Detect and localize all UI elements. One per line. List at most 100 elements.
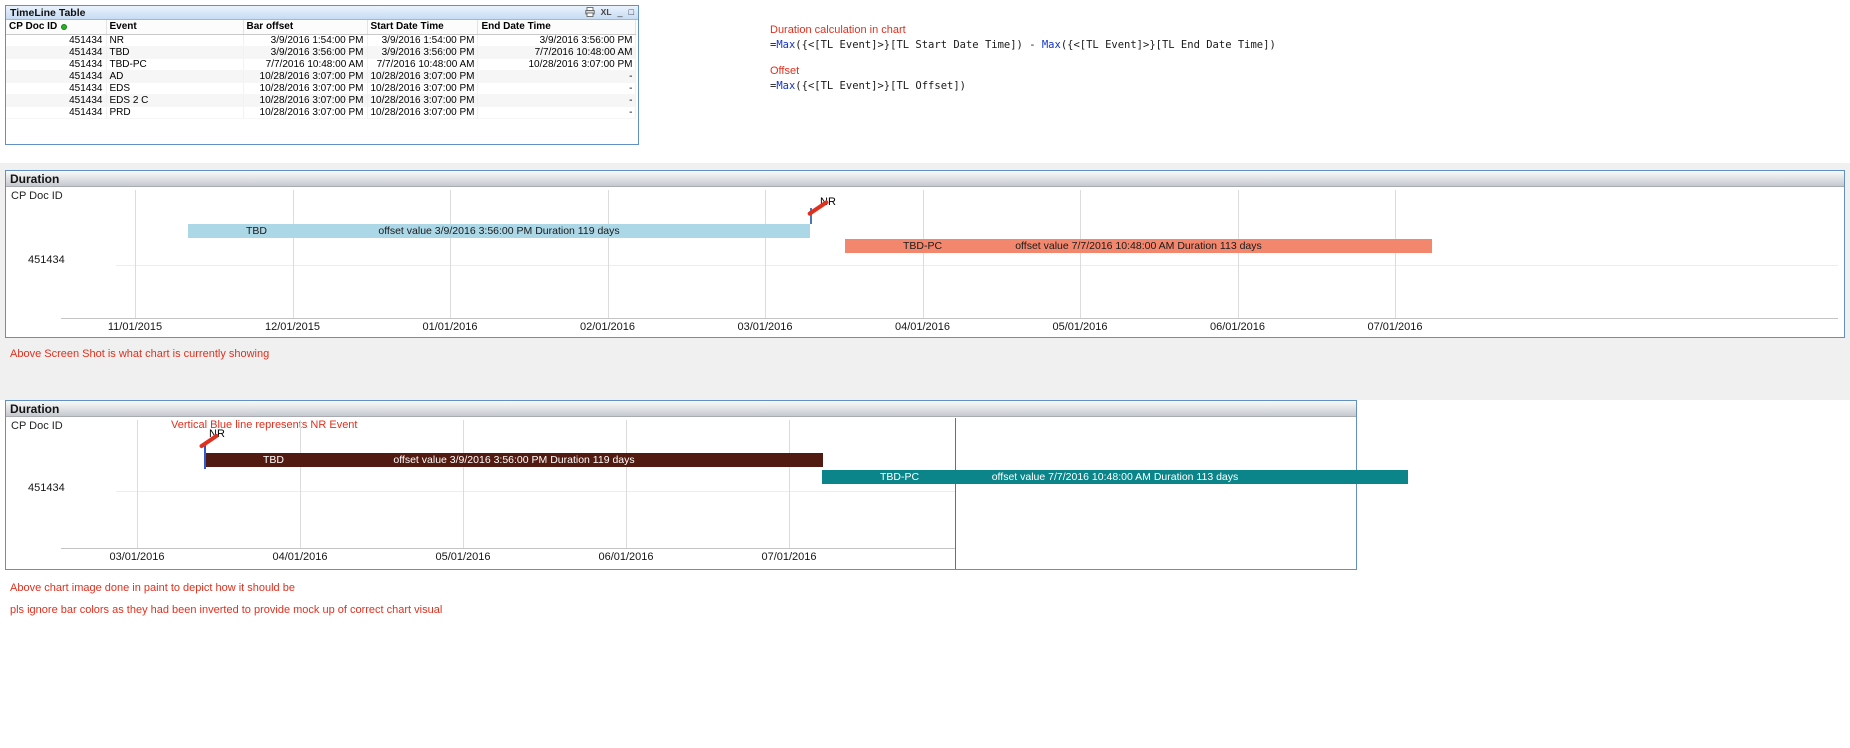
table-cell[interactable]: 3/9/2016 3:56:00 PM bbox=[243, 46, 367, 58]
table-cell[interactable]: 7/7/2016 10:48:00 AM bbox=[367, 58, 478, 70]
gantt-bar-tbd-pc[interactable]: TBD-PC offset value 7/7/2016 10:48:00 AM… bbox=[845, 239, 1432, 253]
table-cell[interactable]: EDS 2 C bbox=[106, 94, 243, 106]
y-axis-label: 451434 bbox=[28, 254, 65, 266]
horizontal-gridline bbox=[116, 491, 955, 492]
table-cell[interactable]: 7/7/2016 10:48:00 AM bbox=[478, 46, 636, 58]
duration-chart-caption[interactable]: Duration bbox=[6, 401, 1356, 417]
gridline bbox=[923, 190, 924, 318]
chart-plot-area: CP Doc ID Vertical Blue line represents … bbox=[6, 418, 1356, 569]
table-cell[interactable]: 3/9/2016 3:56:00 PM bbox=[367, 46, 478, 58]
table-cell[interactable]: - bbox=[478, 106, 636, 118]
table-row: 451434EDS 2 C10/28/2016 3:07:00 PM10/28/… bbox=[6, 94, 636, 106]
gridline bbox=[137, 420, 138, 548]
table-cell[interactable]: AD bbox=[106, 70, 243, 82]
x-axis-label: 04/01/2016 bbox=[255, 551, 345, 563]
table-cell[interactable]: 451434 bbox=[6, 82, 106, 94]
table-cell[interactable]: 451434 bbox=[6, 58, 106, 70]
formula-token: ({<[TL Event]>}[TL Offset]) bbox=[795, 80, 966, 92]
bar-event-name: TBD-PC bbox=[880, 471, 919, 483]
gridline bbox=[765, 190, 766, 318]
formula-token: Max bbox=[776, 80, 795, 92]
x-axis-label: 05/01/2016 bbox=[1035, 321, 1125, 333]
note-ignore-colors: pls ignore bar colors as they had been i… bbox=[10, 604, 442, 616]
bar-detail-text: offset value 3/9/2016 3:56:00 PM Duratio… bbox=[205, 454, 823, 466]
gridline bbox=[789, 420, 790, 548]
gantt-bar-tbd-pc[interactable]: TBD-PC offset value 7/7/2016 10:48:00 AM… bbox=[822, 470, 1408, 484]
table-cell[interactable]: 10/28/2016 3:07:00 PM bbox=[243, 94, 367, 106]
table-cell[interactable]: - bbox=[478, 94, 636, 106]
y-axis-label: 451434 bbox=[28, 482, 65, 494]
table-cell[interactable]: 10/28/2016 3:07:00 PM bbox=[243, 82, 367, 94]
table-cell[interactable]: 10/28/2016 3:07:00 PM bbox=[367, 82, 478, 94]
table-cell[interactable]: TBD-PC bbox=[106, 58, 243, 70]
maximize-icon[interactable]: □ bbox=[629, 8, 634, 17]
duration-chart-current: Duration CP Doc ID 451434 NR TBD offset … bbox=[5, 170, 1845, 338]
table-cell[interactable]: 10/28/2016 3:07:00 PM bbox=[367, 106, 478, 118]
chart-plot-area: CP Doc ID 451434 NR TBD offset value 3/9… bbox=[6, 188, 1844, 337]
table-cell[interactable]: 451434 bbox=[6, 94, 106, 106]
gantt-bar-tbd[interactable]: TBD offset value 3/9/2016 3:56:00 PM Dur… bbox=[188, 224, 810, 238]
formula-annotations: Duration calculation in chart =Max({<[TL… bbox=[770, 24, 1276, 106]
column-header[interactable]: Start Date Time bbox=[367, 20, 478, 34]
offset-formula: =Max({<[TL Event]>}[TL Offset]) bbox=[770, 80, 1276, 92]
nr-event-blue-line bbox=[204, 445, 206, 469]
table-row: 451434TBD3/9/2016 3:56:00 PM3/9/2016 3:5… bbox=[6, 46, 636, 58]
duration-chart-title: Duration bbox=[10, 402, 59, 416]
bar-event-name: TBD bbox=[246, 225, 267, 237]
duration-chart-title: Duration bbox=[10, 172, 59, 186]
table-cell[interactable]: PRD bbox=[106, 106, 243, 118]
x-axis-label: 02/01/2016 bbox=[563, 321, 653, 333]
gridline bbox=[293, 190, 294, 318]
table-row: 451434NR3/9/2016 1:54:00 PM3/9/2016 1:54… bbox=[6, 34, 636, 46]
gridline bbox=[135, 190, 136, 318]
horizontal-gridline bbox=[116, 265, 1838, 266]
table-cell[interactable]: NR bbox=[106, 34, 243, 46]
plot-right-border-line bbox=[955, 418, 956, 569]
table-cell[interactable]: 10/28/2016 3:07:00 PM bbox=[243, 106, 367, 118]
table-cell[interactable]: - bbox=[478, 82, 636, 94]
table-row: 451434PRD10/28/2016 3:07:00 PM10/28/2016… bbox=[6, 106, 636, 118]
column-header[interactable]: CP Doc ID bbox=[6, 20, 106, 34]
table-cell[interactable]: 451434 bbox=[6, 34, 106, 46]
formula-token: Max bbox=[776, 39, 795, 51]
green-status-dot-icon bbox=[61, 24, 67, 30]
table-cell[interactable]: 3/9/2016 1:54:00 PM bbox=[243, 34, 367, 46]
table-cell[interactable]: 3/9/2016 1:54:00 PM bbox=[367, 34, 478, 46]
table-cell[interactable]: 3/9/2016 3:56:00 PM bbox=[478, 34, 636, 46]
bar-detail-text: offset value 3/9/2016 3:56:00 PM Duratio… bbox=[188, 225, 810, 237]
table-cell[interactable]: 451434 bbox=[6, 46, 106, 58]
timeline-table-caption[interactable]: TimeLine Table XL _ □ bbox=[6, 6, 638, 20]
column-header[interactable]: Bar offset bbox=[243, 20, 367, 34]
gridline bbox=[463, 420, 464, 548]
table-cell[interactable]: 10/28/2016 3:07:00 PM bbox=[367, 94, 478, 106]
x-axis-label: 07/01/2016 bbox=[744, 551, 834, 563]
column-header[interactable]: Event bbox=[106, 20, 243, 34]
gridline bbox=[1238, 190, 1239, 318]
gridline bbox=[626, 420, 627, 548]
column-header[interactable]: End Date Time bbox=[478, 20, 636, 34]
gridline bbox=[300, 420, 301, 548]
timeline-table-title: TimeLine Table bbox=[10, 7, 85, 19]
y-axis-title: CP Doc ID bbox=[11, 420, 63, 432]
x-axis-line bbox=[61, 548, 955, 549]
timeline-table-window: TimeLine Table XL _ □ CP Doc IDEventBar … bbox=[5, 5, 639, 145]
duration-chart-mockup: Duration CP Doc ID Vertical Blue line re… bbox=[5, 400, 1357, 570]
gantt-bar-tbd[interactable]: TBD offset value 3/9/2016 3:56:00 PM Dur… bbox=[205, 453, 823, 467]
excel-export-icon[interactable]: XL bbox=[601, 8, 612, 17]
table-cell[interactable]: - bbox=[478, 70, 636, 82]
gridline bbox=[1080, 190, 1081, 318]
table-cell[interactable]: 7/7/2016 10:48:00 AM bbox=[243, 58, 367, 70]
formula-token: Max bbox=[1042, 39, 1061, 51]
table-row: 451434TBD-PC7/7/2016 10:48:00 AM7/7/2016… bbox=[6, 58, 636, 70]
print-icon[interactable] bbox=[585, 7, 595, 19]
table-cell[interactable]: 10/28/2016 3:07:00 PM bbox=[478, 58, 636, 70]
table-cell[interactable]: 451434 bbox=[6, 106, 106, 118]
duration-chart-caption[interactable]: Duration bbox=[6, 171, 1844, 187]
note-blue-line: Vertical Blue line represents NR Event bbox=[171, 419, 357, 431]
table-cell[interactable]: EDS bbox=[106, 82, 243, 94]
table-cell[interactable]: 451434 bbox=[6, 70, 106, 82]
minimize-icon[interactable]: _ bbox=[618, 8, 623, 17]
table-cell[interactable]: TBD bbox=[106, 46, 243, 58]
table-cell[interactable]: 10/28/2016 3:07:00 PM bbox=[243, 70, 367, 82]
table-cell[interactable]: 10/28/2016 3:07:00 PM bbox=[367, 70, 478, 82]
